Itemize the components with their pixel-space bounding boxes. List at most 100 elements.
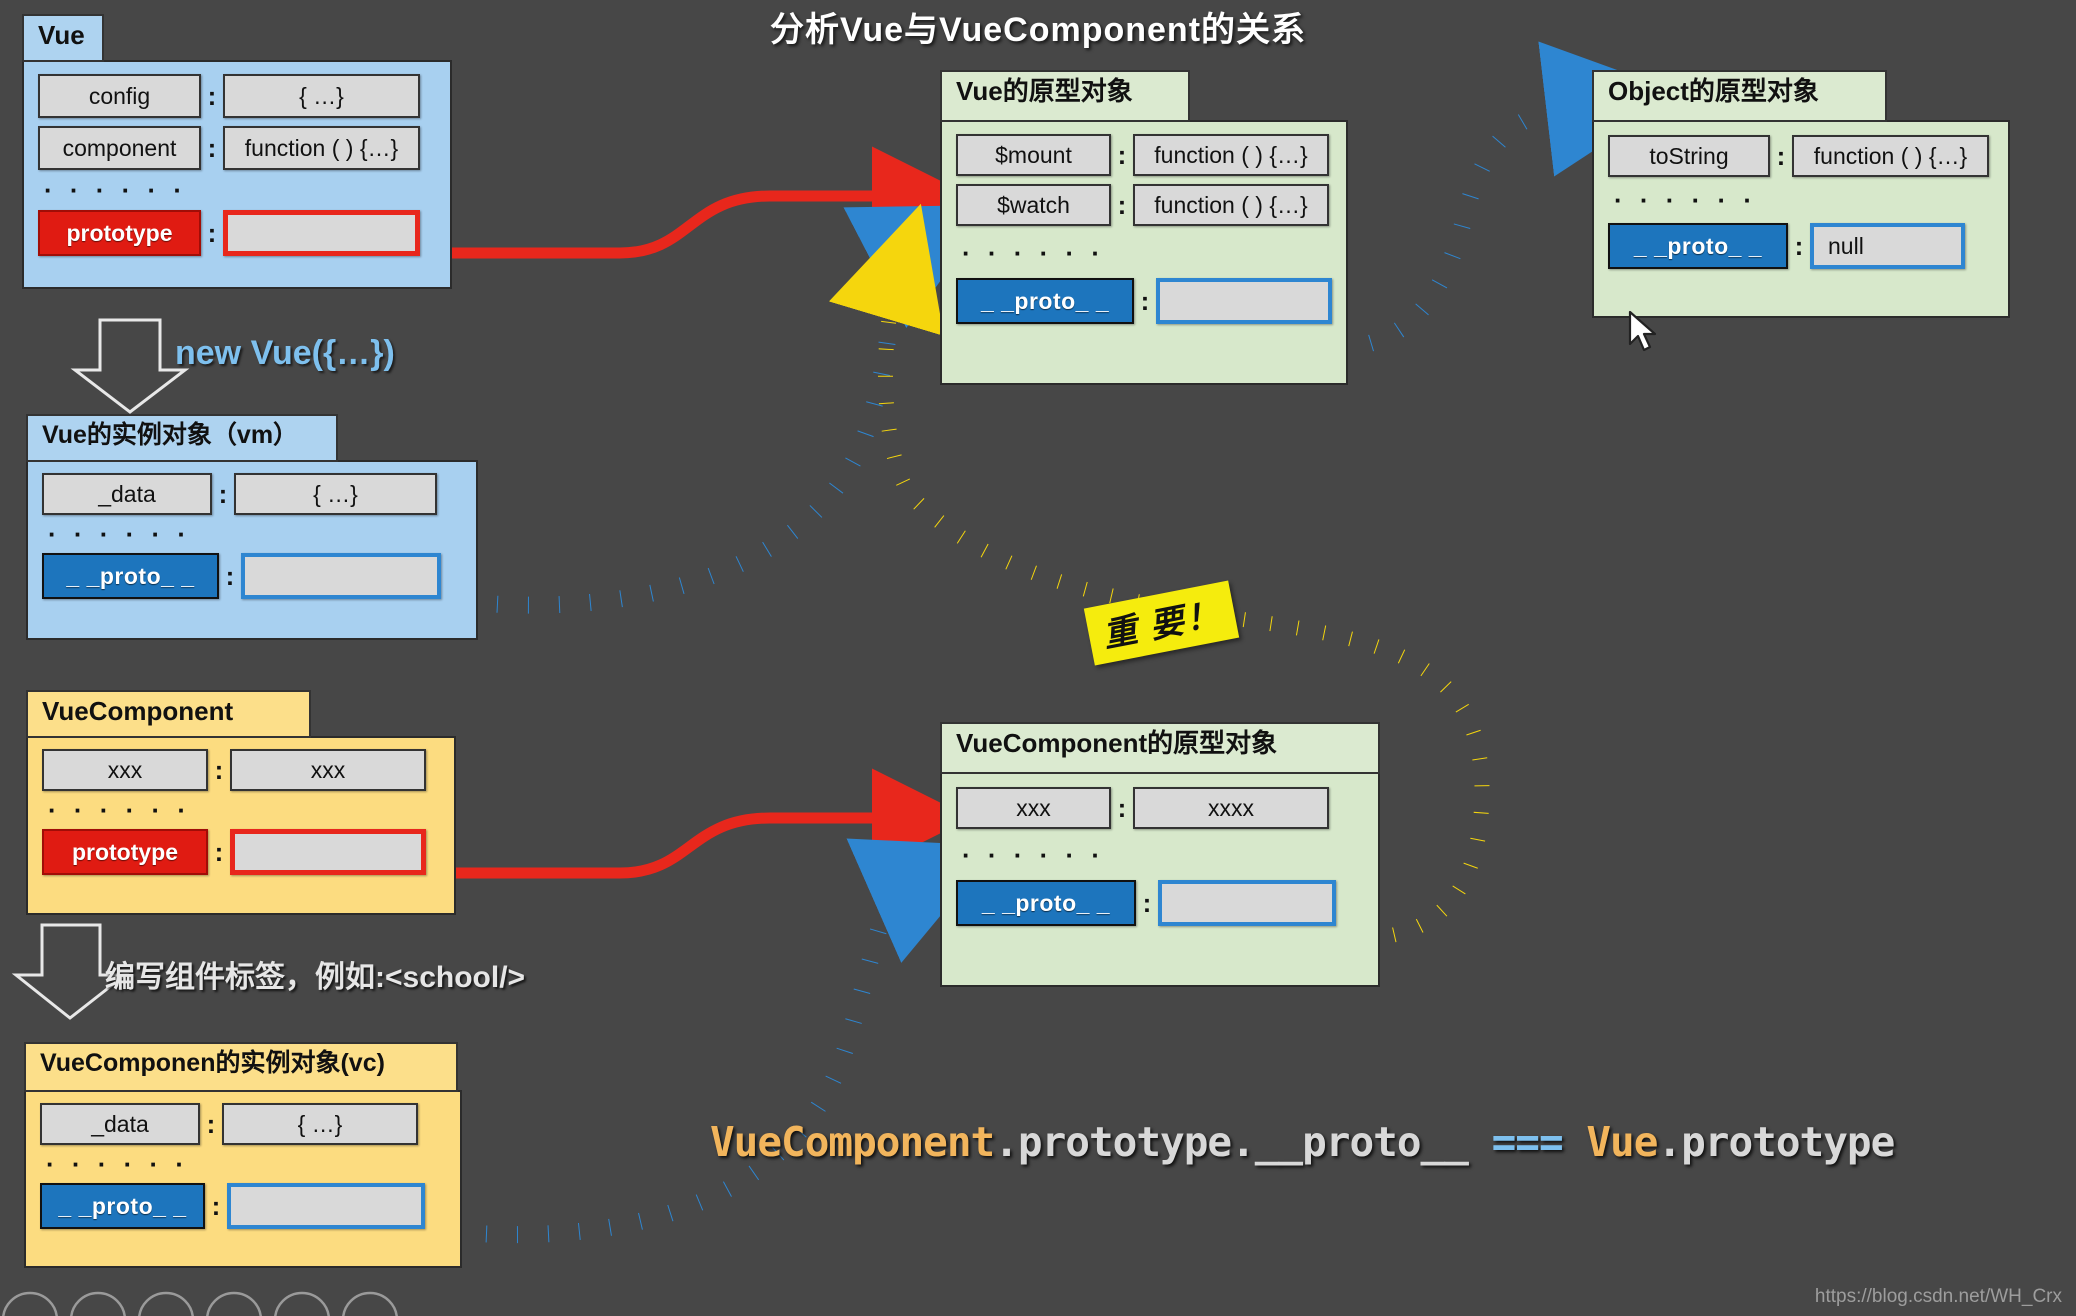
object-box-vuecomponent-header: VueComponent bbox=[26, 690, 311, 738]
table-row-proto: _ _proto_ _ : null bbox=[1608, 223, 1994, 269]
key-cell-proto: _ _proto_ _ bbox=[42, 553, 219, 599]
colon: : bbox=[214, 754, 224, 785]
object-box-object-prototype-object-body: toString : function ( ) {…} · · · · · · … bbox=[1592, 120, 2010, 318]
bottom-toolbar-icons[interactable] bbox=[0, 1282, 2076, 1316]
object-box-vm: Vue的实例对象（vm） _data : { …} · · · · · · _ … bbox=[26, 414, 478, 640]
object-box-object-prototype-object: Object的原型对象 toString : function ( ) {…} … bbox=[1592, 70, 2010, 318]
ellipsis: · · · · · · bbox=[1614, 185, 1758, 215]
label-write-component-tag: 编写组件标签，例如:<school/> bbox=[105, 961, 526, 994]
formula-part-vuecomponent: VueComponent bbox=[710, 1118, 995, 1166]
ellipsis: · · · · · · bbox=[48, 795, 192, 825]
formula-text: VueComponent.prototype.__proto__ === Vue… bbox=[710, 1118, 1895, 1166]
colon: : bbox=[207, 80, 217, 111]
value-cell-prototype bbox=[230, 829, 426, 875]
value-cell: xxxx bbox=[1133, 787, 1329, 829]
colon: : bbox=[218, 478, 228, 509]
arrow-vc-proto-to-vuecomponent-proto-object bbox=[454, 838, 999, 1243]
ellipsis: · · · · · · bbox=[46, 1149, 190, 1179]
colon: : bbox=[1794, 230, 1804, 261]
table-row: $watch : function ( ) {…} bbox=[956, 184, 1332, 226]
colon: : bbox=[1140, 285, 1150, 316]
colon: : bbox=[225, 560, 235, 591]
value-cell: function ( ) {…} bbox=[1792, 135, 1989, 177]
value-cell: function ( ) {…} bbox=[223, 126, 420, 170]
formula-part-prototype-proto: .prototype.__proto__ bbox=[994, 1118, 1469, 1166]
value-cell-proto: null bbox=[1810, 223, 1965, 269]
table-row: component : function ( ) {…} bbox=[38, 126, 436, 170]
object-box-vuecomponent-body: xxx : xxx · · · · · · prototype : bbox=[26, 736, 456, 915]
colon: : bbox=[1142, 887, 1152, 918]
table-row-proto: _ _proto_ _ : bbox=[40, 1183, 446, 1229]
colon: : bbox=[211, 1190, 221, 1221]
table-row: xxx : xxxx bbox=[956, 787, 1364, 829]
value-cell-proto bbox=[241, 553, 441, 599]
key-cell-proto: _ _proto_ _ bbox=[1608, 223, 1788, 269]
key-cell: toString bbox=[1608, 135, 1770, 177]
arrow-vueproto-proto-to-object-proto bbox=[1339, 41, 1682, 357]
colon: : bbox=[207, 217, 217, 248]
key-cell: $watch bbox=[956, 184, 1111, 226]
object-box-vue-header: Vue bbox=[22, 14, 104, 62]
colon: : bbox=[1117, 792, 1127, 823]
value-cell: function ( ) {…} bbox=[1133, 134, 1329, 176]
colon: : bbox=[1117, 139, 1127, 170]
object-box-vuecomponent-prototype-object: VueComponent的原型对象 xxx : xxxx · · · · · ·… bbox=[940, 722, 1380, 987]
object-box-vue-prototype-object-body: $mount : function ( ) {…} $watch : funct… bbox=[940, 120, 1348, 385]
arrow-vuecomponent-prototype-to-vc-proto-object bbox=[426, 768, 971, 879]
key-cell: component bbox=[38, 126, 201, 170]
flow-arrow-new-vue bbox=[70, 318, 190, 414]
value-cell: xxx bbox=[230, 749, 426, 791]
key-cell: xxx bbox=[42, 749, 208, 791]
object-box-vuecomponent: VueComponent xxx : xxx · · · · · · proto… bbox=[26, 690, 456, 915]
value-cell: { …} bbox=[223, 74, 420, 118]
table-row: _data : { …} bbox=[42, 473, 462, 515]
ellipsis: · · · · · · bbox=[962, 238, 1106, 268]
value-cell-proto bbox=[1158, 880, 1336, 926]
key-cell-prototype: prototype bbox=[42, 829, 208, 875]
table-row: $mount : function ( ) {…} bbox=[956, 134, 1332, 176]
table-row: toString : function ( ) {…} bbox=[1608, 135, 1994, 177]
object-box-vue-body: config : { …} component : function ( ) {… bbox=[22, 60, 452, 289]
value-cell: { …} bbox=[234, 473, 437, 515]
formula-equals: === bbox=[1491, 1118, 1564, 1166]
key-cell-proto: _ _proto_ _ bbox=[956, 278, 1135, 324]
arrow-vm-proto-to-vue-proto-object bbox=[465, 204, 996, 614]
key-cell: $mount bbox=[956, 134, 1111, 176]
object-box-object-prototype-object-header: Object的原型对象 bbox=[1592, 70, 1887, 122]
value-cell: function ( ) {…} bbox=[1133, 184, 1329, 226]
colon: : bbox=[1776, 140, 1786, 171]
object-box-vc-body: _data : { …} · · · · · · _ _proto_ _ : bbox=[24, 1090, 462, 1268]
object-box-vc-header: VueComponen的实例对象(vc) bbox=[24, 1042, 458, 1092]
colon: : bbox=[207, 132, 217, 163]
diagram-canvas: 分析Vue与VueComponent的关系 Vue config: {…} … bbox=[0, 0, 2076, 1316]
object-box-vm-body: _data : { …} · · · · · · _ _proto_ _ : bbox=[26, 460, 478, 640]
object-box-vuecomponent-prototype-object-body: xxx : xxxx · · · · · · _ _proto_ _ : bbox=[940, 772, 1380, 987]
value-cell: { …} bbox=[222, 1103, 418, 1145]
table-row-prototype: prototype : bbox=[38, 210, 436, 256]
object-box-vue-prototype-object-header: Vue的原型对象 bbox=[940, 70, 1190, 122]
key-cell-proto: _ _proto_ _ bbox=[956, 880, 1136, 926]
table-row-proto: _ _proto_ _ : bbox=[956, 278, 1333, 324]
object-box-vc: VueComponen的实例对象(vc) _data : { …} · · · … bbox=[24, 1042, 462, 1268]
value-cell-proto bbox=[1155, 278, 1333, 324]
ellipsis: · · · · · · bbox=[962, 840, 1106, 870]
key-cell-proto: _ _proto_ _ bbox=[40, 1183, 205, 1229]
colon: : bbox=[1117, 189, 1127, 220]
table-row-proto: _ _proto_ _ : bbox=[956, 880, 1364, 926]
key-cell: _data bbox=[42, 473, 212, 515]
colon: : bbox=[214, 836, 224, 867]
key-cell: config bbox=[38, 74, 201, 118]
object-box-vue: Vue config : { …} component : function (… bbox=[22, 14, 452, 289]
arrow-vue-prototype-to-vue-proto-object bbox=[426, 146, 971, 259]
ellipsis: · · · · · · bbox=[48, 519, 192, 549]
colon: : bbox=[206, 1108, 216, 1139]
table-row-prototype: prototype : bbox=[42, 829, 440, 875]
key-cell: xxx bbox=[956, 787, 1111, 829]
ellipsis: · · · · · · bbox=[44, 175, 188, 205]
label-new-vue: new Vue({…}) bbox=[175, 334, 395, 372]
value-cell-prototype bbox=[223, 210, 420, 256]
key-cell: _data bbox=[40, 1103, 200, 1145]
table-row: config : { …} bbox=[38, 74, 436, 118]
table-row-proto: _ _proto_ _ : bbox=[42, 553, 462, 599]
table-row: _data : { …} bbox=[40, 1103, 446, 1145]
